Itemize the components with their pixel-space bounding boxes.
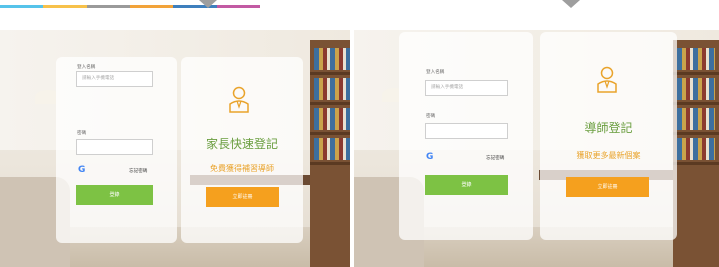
username-label: 登入名稱 [77, 65, 96, 70]
password-label: 密碼 [426, 114, 436, 119]
login-button[interactable]: 登錄 [76, 185, 153, 205]
register-title: 導師登記 [584, 121, 633, 135]
username-label: 登入名稱 [426, 70, 445, 75]
password-label: 密碼 [77, 131, 87, 136]
register-button[interactable]: 立即註冊 [566, 177, 649, 197]
google-icon[interactable]: G [78, 165, 85, 175]
parent-panel: 登入名稱 請輸入手機電話 密碼 G 忘記密碼 登錄 家長快速登記 免費獲得補習導… [0, 0, 350, 267]
forgot-password-link[interactable]: 忘記密碼 [129, 168, 147, 174]
login-card: 登入名稱 請輸入手機電話 密碼 G 忘記密碼 登錄 [56, 57, 177, 243]
login-card: 登入名稱 請輸入手機電話 密碼 G 忘記密碼 登錄 [399, 32, 533, 240]
register-card: 家長快速登記 免費獲得補習導師 立即註冊 [181, 57, 303, 243]
username-input[interactable]: 請輸入手機電話 [425, 80, 508, 96]
person-icon [229, 86, 249, 113]
password-input[interactable] [425, 123, 508, 139]
top-strip [0, 0, 719, 30]
pointer-arrow-icon [562, 0, 580, 8]
color-bar [0, 5, 260, 8]
tutor-panel: 登入名稱 請輸入手機電話 密碼 G 忘記密碼 登錄 導師登記 獲取更多最新個案 … [354, 0, 719, 267]
login-button[interactable]: 登錄 [425, 175, 508, 195]
register-subtitle: 獲取更多最新個案 [576, 151, 641, 160]
person-icon [597, 66, 617, 93]
register-button[interactable]: 立即註冊 [206, 187, 279, 207]
forgot-password-link[interactable]: 忘記密碼 [486, 155, 504, 161]
username-input[interactable]: 請輸入手機電話 [76, 71, 153, 87]
register-title: 家長快速登記 [205, 137, 278, 151]
password-input[interactable] [76, 139, 153, 155]
register-card: 導師登記 獲取更多最新個案 立即註冊 [540, 32, 677, 240]
google-icon[interactable]: G [426, 152, 433, 162]
register-subtitle: 免費獲得補習導師 [210, 164, 274, 173]
